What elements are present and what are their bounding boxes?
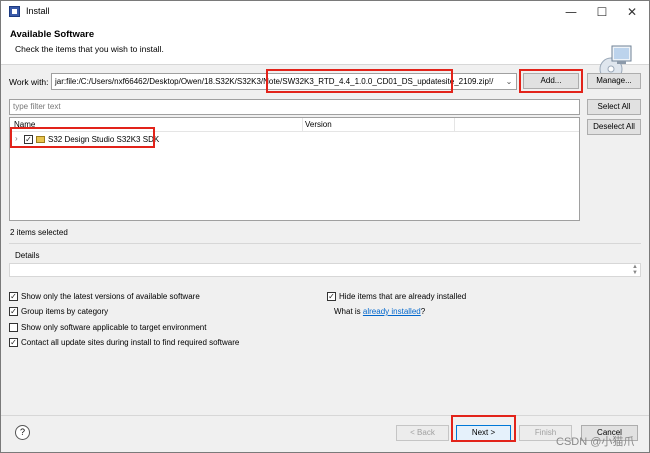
window-title: Install bbox=[26, 6, 50, 16]
latest-label: Show only the latest versions of availab… bbox=[21, 292, 200, 301]
already-installed-link[interactable]: already installed bbox=[363, 307, 421, 316]
highlight-next-button bbox=[451, 415, 516, 442]
applicable-label: Show only software applicable to target … bbox=[21, 323, 207, 332]
filter-input[interactable]: type filter text bbox=[9, 99, 580, 115]
title-bar: Install — ☐ ✕ bbox=[1, 1, 649, 23]
work-with-label: Work with: bbox=[9, 77, 49, 87]
column-divider bbox=[302, 118, 303, 132]
minimize-button[interactable]: — bbox=[556, 1, 586, 23]
close-button[interactable]: ✕ bbox=[617, 1, 647, 23]
group-label: Group items by category bbox=[21, 307, 109, 316]
applicable-checkbox[interactable] bbox=[9, 323, 18, 332]
what-is-suffix: ? bbox=[420, 307, 426, 316]
contact-checkbox[interactable]: ✓ bbox=[9, 338, 18, 347]
app-icon bbox=[9, 6, 20, 17]
column-version[interactable]: Version bbox=[305, 120, 332, 129]
maximize-button[interactable]: ☐ bbox=[587, 1, 617, 23]
hide-checkbox[interactable]: ✓ bbox=[327, 292, 336, 301]
column-divider bbox=[454, 118, 455, 132]
contact-label: Contact all update sites during install … bbox=[21, 338, 240, 347]
install-window: Install — ☐ ✕ Available Software Check t… bbox=[0, 0, 650, 453]
watermark: CSDN @小猫爪 bbox=[556, 436, 635, 448]
page-title: Available Software bbox=[10, 29, 95, 40]
hide-label: Hide items that are already installed bbox=[339, 292, 467, 301]
highlight-zip-path bbox=[266, 69, 453, 93]
page-description: Check the items that you wish to install… bbox=[15, 44, 164, 54]
manage-button[interactable]: Manage... bbox=[587, 73, 641, 89]
highlight-add-button bbox=[519, 69, 583, 93]
details-area[interactable]: ▲ ▼ bbox=[9, 263, 641, 277]
already-installed-note: What is already installed? bbox=[334, 307, 425, 318]
latest-checkbox[interactable]: ✓ bbox=[9, 292, 18, 301]
group-checkbox[interactable]: ✓ bbox=[9, 307, 18, 316]
chevron-down-icon[interactable]: ⌄ bbox=[504, 74, 514, 89]
help-icon[interactable]: ? bbox=[15, 425, 30, 440]
divider bbox=[9, 243, 641, 244]
back-button[interactable]: < Back bbox=[396, 425, 449, 441]
select-all-button[interactable]: Select All bbox=[587, 99, 641, 115]
highlight-sdk-row bbox=[10, 127, 155, 148]
selection-status: 2 items selected bbox=[10, 228, 68, 237]
wizard-header: Available Software Check the items that … bbox=[1, 23, 649, 81]
deselect-all-button[interactable]: Deselect All bbox=[587, 119, 641, 135]
scroll-down-icon[interactable]: ▼ bbox=[632, 270, 638, 276]
details-label: Details bbox=[15, 251, 40, 260]
what-is-prefix: What is bbox=[334, 307, 363, 316]
